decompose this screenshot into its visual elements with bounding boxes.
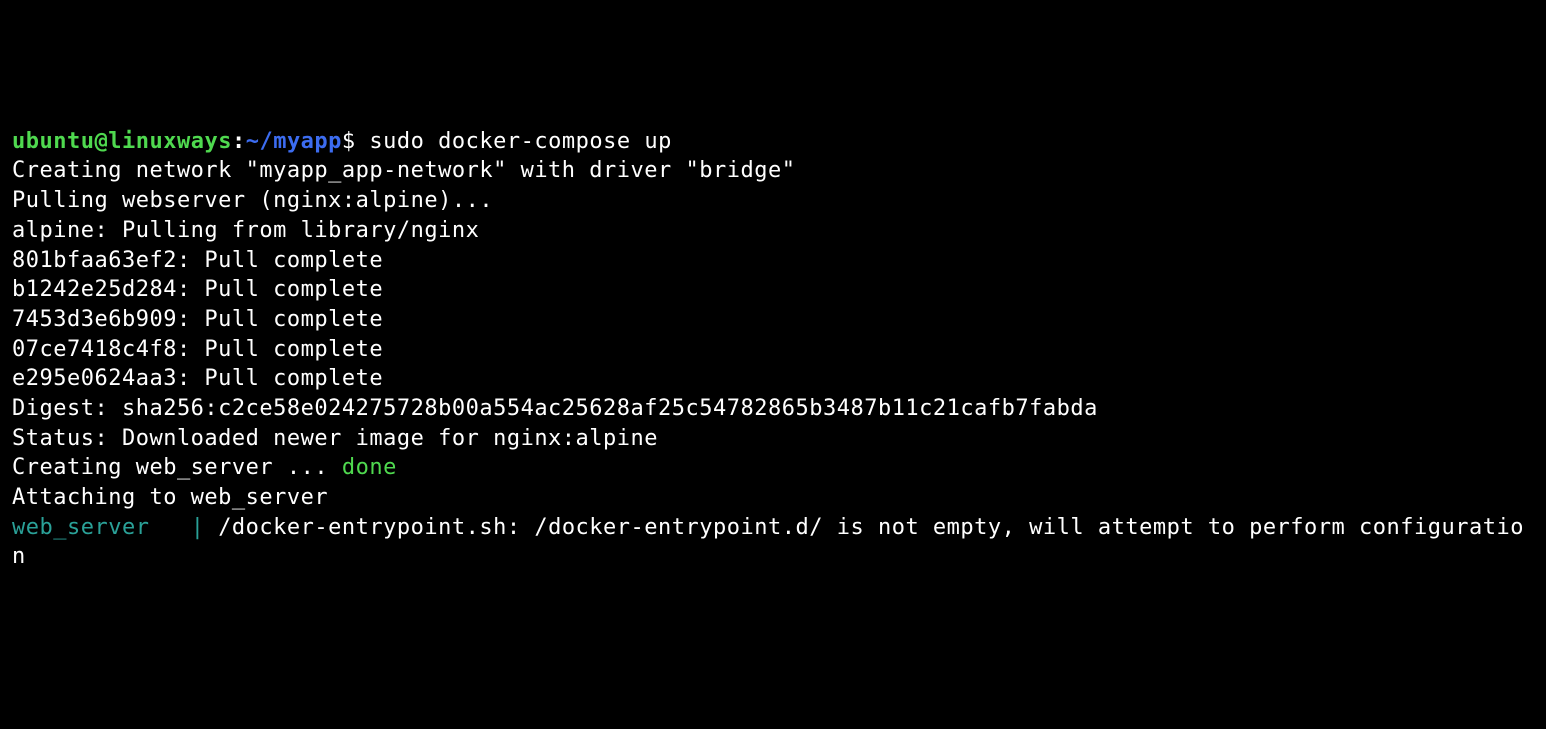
- output-line: e295e0624aa3: Pull complete: [12, 366, 383, 391]
- create-line-prefix: Creating web_server ...: [12, 455, 342, 480]
- prompt: ubuntu@linuxways:~/myapp$: [12, 129, 369, 154]
- pipe-separator: |: [191, 515, 219, 540]
- output-line: Creating network "myapp_app-network" wit…: [12, 158, 795, 183]
- service-message: /docker-entrypoint.sh: /docker-entrypoin…: [12, 515, 1524, 570]
- prompt-user: ubuntu: [12, 129, 94, 154]
- output-line: Attaching to web_server: [12, 485, 328, 510]
- prompt-host: linuxways: [108, 129, 232, 154]
- output-line: 7453d3e6b909: Pull complete: [12, 307, 383, 332]
- terminal-output[interactable]: ubuntu@linuxways:~/myapp$ sudo docker-co…: [12, 127, 1534, 572]
- done-status: done: [342, 455, 397, 480]
- output-line: b1242e25d284: Pull complete: [12, 277, 383, 302]
- prompt-path: ~/myapp: [246, 129, 342, 154]
- output-line: 07ce7418c4f8: Pull complete: [12, 337, 383, 362]
- prompt-at: @: [94, 129, 108, 154]
- output-line: Status: Downloaded newer image for nginx…: [12, 426, 658, 451]
- service-name: web_server: [12, 515, 191, 540]
- output-line: alpine: Pulling from library/nginx: [12, 218, 479, 243]
- output-line: 801bfaa63ef2: Pull complete: [12, 248, 383, 273]
- output-line: Pulling webserver (nginx:alpine)...: [12, 188, 493, 213]
- command-text: sudo docker-compose up: [369, 129, 671, 154]
- prompt-colon: :: [232, 129, 246, 154]
- prompt-dollar: $: [342, 129, 370, 154]
- output-line: Digest: sha256:c2ce58e024275728b00a554ac…: [12, 396, 1098, 421]
